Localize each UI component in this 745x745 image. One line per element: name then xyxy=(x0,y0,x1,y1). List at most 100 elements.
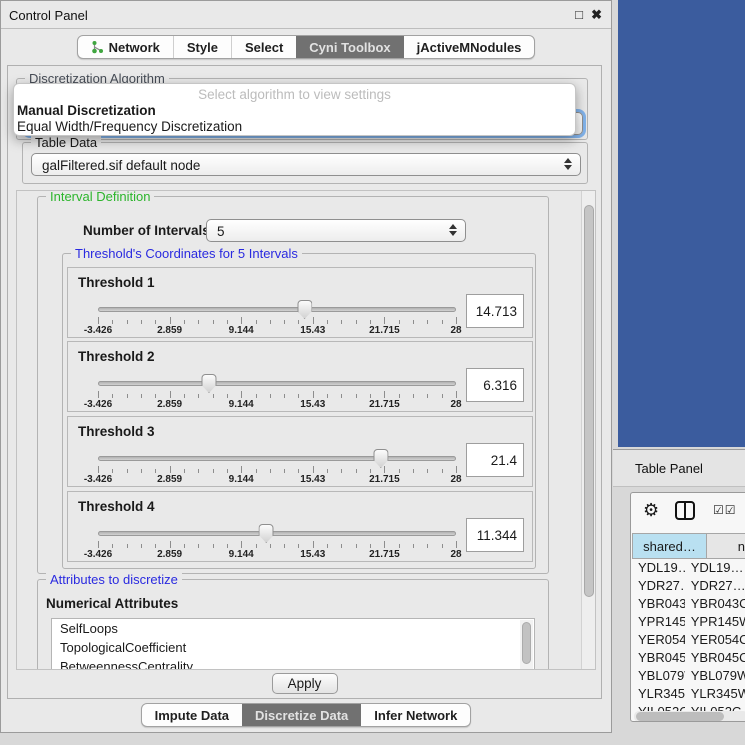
gear-icon[interactable]: ⚙ xyxy=(643,500,659,521)
slider-track[interactable] xyxy=(98,531,456,536)
attributes-to-discretize-group: Attributes to discretize Numerical Attri… xyxy=(37,579,549,670)
tab-select[interactable]: Select xyxy=(231,36,296,58)
algorithm-popup-hint: Select algorithm to view settings xyxy=(14,87,575,102)
tab-network[interactable]: Network xyxy=(78,36,173,58)
number-of-intervals-value: 5 xyxy=(217,224,225,239)
table-row[interactable]: YLR345WYLR345W xyxy=(632,685,745,703)
cell-name: YER054C xyxy=(685,631,745,649)
table-panel-title: Table Panel xyxy=(635,461,703,476)
cell-name: YBL079W xyxy=(685,667,745,685)
scrollbar-thumb[interactable] xyxy=(584,205,594,597)
column-header-name[interactable]: name xyxy=(707,533,745,559)
table-row[interactable]: YDL19…YDL19… xyxy=(632,559,745,577)
slider-track[interactable] xyxy=(98,381,456,386)
apply-button[interactable]: Apply xyxy=(272,673,338,694)
thresholds-group: Threshold's Coordinates for 5 Intervals … xyxy=(62,253,536,569)
attribute-list-item[interactable]: SelfLoops xyxy=(52,619,534,638)
top-tabstrip: Network Style Select Cyni Toolbox jActiv… xyxy=(1,35,611,59)
algorithm-option-manual[interactable]: Manual Discretization xyxy=(17,103,156,118)
numerical-attributes-list[interactable]: SelfLoopsTopologicalCoefficientBetweenne… xyxy=(51,618,535,670)
tab-discretize-data-label: Discretize Data xyxy=(255,708,348,723)
cell-name: YPR145W xyxy=(685,613,745,631)
tab-network-label: Network xyxy=(109,40,160,55)
network-icon xyxy=(91,40,104,54)
cell-shared-name: YPR145W xyxy=(632,613,685,631)
threshold-3-box: Threshold 3 -3.4262.8599.14415.4321.7152… xyxy=(67,416,533,487)
threshold-3-value-field[interactable]: 21.4 xyxy=(466,443,524,477)
interval-definition-group: Interval Definition Number of Intervals … xyxy=(37,196,549,574)
node-table-widget: ⚙ ☑☑ shared… name YDL19…YDL19…YDR27…YDR2… xyxy=(630,492,745,722)
table-header-row: shared… name xyxy=(632,533,745,559)
tab-jactivemnodules[interactable]: jActiveMNodules xyxy=(404,36,535,58)
algorithm-option-equal-width[interactable]: Equal Width/Frequency Discretization xyxy=(17,119,242,134)
tab-impute-data[interactable]: Impute Data xyxy=(142,704,242,726)
cell-name: YBR045C xyxy=(685,649,745,667)
numerical-attributes-label: Numerical Attributes xyxy=(46,596,178,611)
slider-scale-labels: -3.4262.8599.14415.4321.71528 xyxy=(98,399,456,411)
table-body: YDL19…YDL19…YDR27…YDR27…YBR043CYBR043CYP… xyxy=(632,559,745,721)
slider-track[interactable] xyxy=(98,456,456,461)
slider-scale-labels: -3.4262.8599.14415.4321.71528 xyxy=(98,474,456,486)
scrollbar-thumb[interactable] xyxy=(636,712,724,721)
threshold-3-slider[interactable]: -3.4262.8599.14415.4321.71528 xyxy=(98,450,456,486)
cell-shared-name: YER054C xyxy=(632,631,685,649)
scrollbar-thumb[interactable] xyxy=(522,622,531,664)
cell-shared-name: YBR045C xyxy=(632,649,685,667)
tab-style[interactable]: Style xyxy=(173,36,231,58)
table-row[interactable]: YBL079WYBL079W xyxy=(632,667,745,685)
table-data-select[interactable]: galFiltered.sif default node xyxy=(31,153,581,176)
table-row[interactable]: YDR27…YDR27… xyxy=(632,577,745,595)
bottom-tabstrip: Impute Data Discretize Data Infer Networ… xyxy=(1,703,611,727)
cell-name: YDL19… xyxy=(685,559,745,577)
combo-arrows-icon xyxy=(564,158,572,170)
table-data-group: Table Data galFiltered.sif default node xyxy=(22,142,588,184)
threshold-2-value-field[interactable]: 6.316 xyxy=(466,368,524,402)
threshold-2-box: Threshold 2 -3.4262.8599.14415.4321.7152… xyxy=(67,341,533,412)
select-columns-icon[interactable]: ☑☑ xyxy=(713,503,737,517)
threshold-3-label: Threshold 3 xyxy=(78,424,155,439)
settings-vertical-scrollbar[interactable] xyxy=(581,191,595,669)
column-header-shared[interactable]: shared… xyxy=(632,533,707,559)
cyni-content-panel: Discretization Algorithm Table Data galF… xyxy=(7,65,602,699)
cell-shared-name: YDR27… xyxy=(632,577,685,595)
threshold-1-box: Threshold 1 -3.4262.8599.14415.4321.7152… xyxy=(67,267,533,338)
network-view-frame: GAL80 GA C GAL11 GAL4 GCY1 H HAP2 xyxy=(618,0,745,447)
tab-infer-network[interactable]: Infer Network xyxy=(361,704,470,726)
control-panel-titlebar: Control Panel □ ✖ xyxy=(1,1,611,29)
threshold-1-value-field[interactable]: 14.713 xyxy=(466,294,524,328)
table-row[interactable]: YBR045CYBR045C xyxy=(632,649,745,667)
slider-scale-labels: -3.4262.8599.14415.4321.71528 xyxy=(98,325,456,337)
slider-track[interactable] xyxy=(98,307,456,312)
threshold-1-label: Threshold 1 xyxy=(78,275,155,290)
tab-cyni-toolbox[interactable]: Cyni Toolbox xyxy=(296,36,403,58)
threshold-1-slider[interactable]: -3.4262.8599.14415.4321.71528 xyxy=(98,301,456,337)
bottom-tabgroup: Impute Data Discretize Data Infer Networ… xyxy=(141,703,472,727)
attribute-list-item[interactable]: TopologicalCoefficient xyxy=(52,638,534,657)
table-row[interactable]: YBR043CYBR043C xyxy=(632,595,745,613)
float-window-icon[interactable]: □ xyxy=(575,7,583,22)
attributes-group-title: Attributes to discretize xyxy=(46,572,182,587)
attribute-list-item[interactable]: BetweennessCentrality xyxy=(52,657,534,670)
threshold-2-slider[interactable]: -3.4262.8599.14415.4321.71528 xyxy=(98,375,456,411)
control-panel-window: Control Panel □ ✖ Network Style Select C… xyxy=(0,0,612,733)
thresholds-group-title: Threshold's Coordinates for 5 Intervals xyxy=(71,246,302,261)
table-row[interactable]: YER054CYER054C xyxy=(632,631,745,649)
tab-cyni-toolbox-label: Cyni Toolbox xyxy=(309,40,390,55)
threshold-4-label: Threshold 4 xyxy=(78,499,155,514)
cell-shared-name: YDL19… xyxy=(632,559,685,577)
tab-discretize-data[interactable]: Discretize Data xyxy=(242,704,361,726)
number-of-intervals-spinner[interactable]: 5 xyxy=(206,219,466,242)
threshold-4-value-field[interactable]: 11.344 xyxy=(466,518,524,552)
attributes-list-scrollbar[interactable] xyxy=(520,620,533,670)
split-columns-icon[interactable] xyxy=(675,501,695,520)
cell-name: YLR345W xyxy=(685,685,745,703)
table-horizontal-scrollbar[interactable] xyxy=(634,711,745,722)
tab-jactivemnodules-label: jActiveMNodules xyxy=(417,40,522,55)
tab-infer-network-label: Infer Network xyxy=(374,708,457,723)
table-panel-header: Table Panel xyxy=(613,449,745,487)
table-row[interactable]: YPR145WYPR145W xyxy=(632,613,745,631)
close-icon[interactable]: ✖ xyxy=(591,7,602,23)
spinner-arrows-icon xyxy=(449,224,457,236)
threshold-4-slider[interactable]: -3.4262.8599.14415.4321.71528 xyxy=(98,525,456,561)
slider-ticks xyxy=(98,466,456,474)
